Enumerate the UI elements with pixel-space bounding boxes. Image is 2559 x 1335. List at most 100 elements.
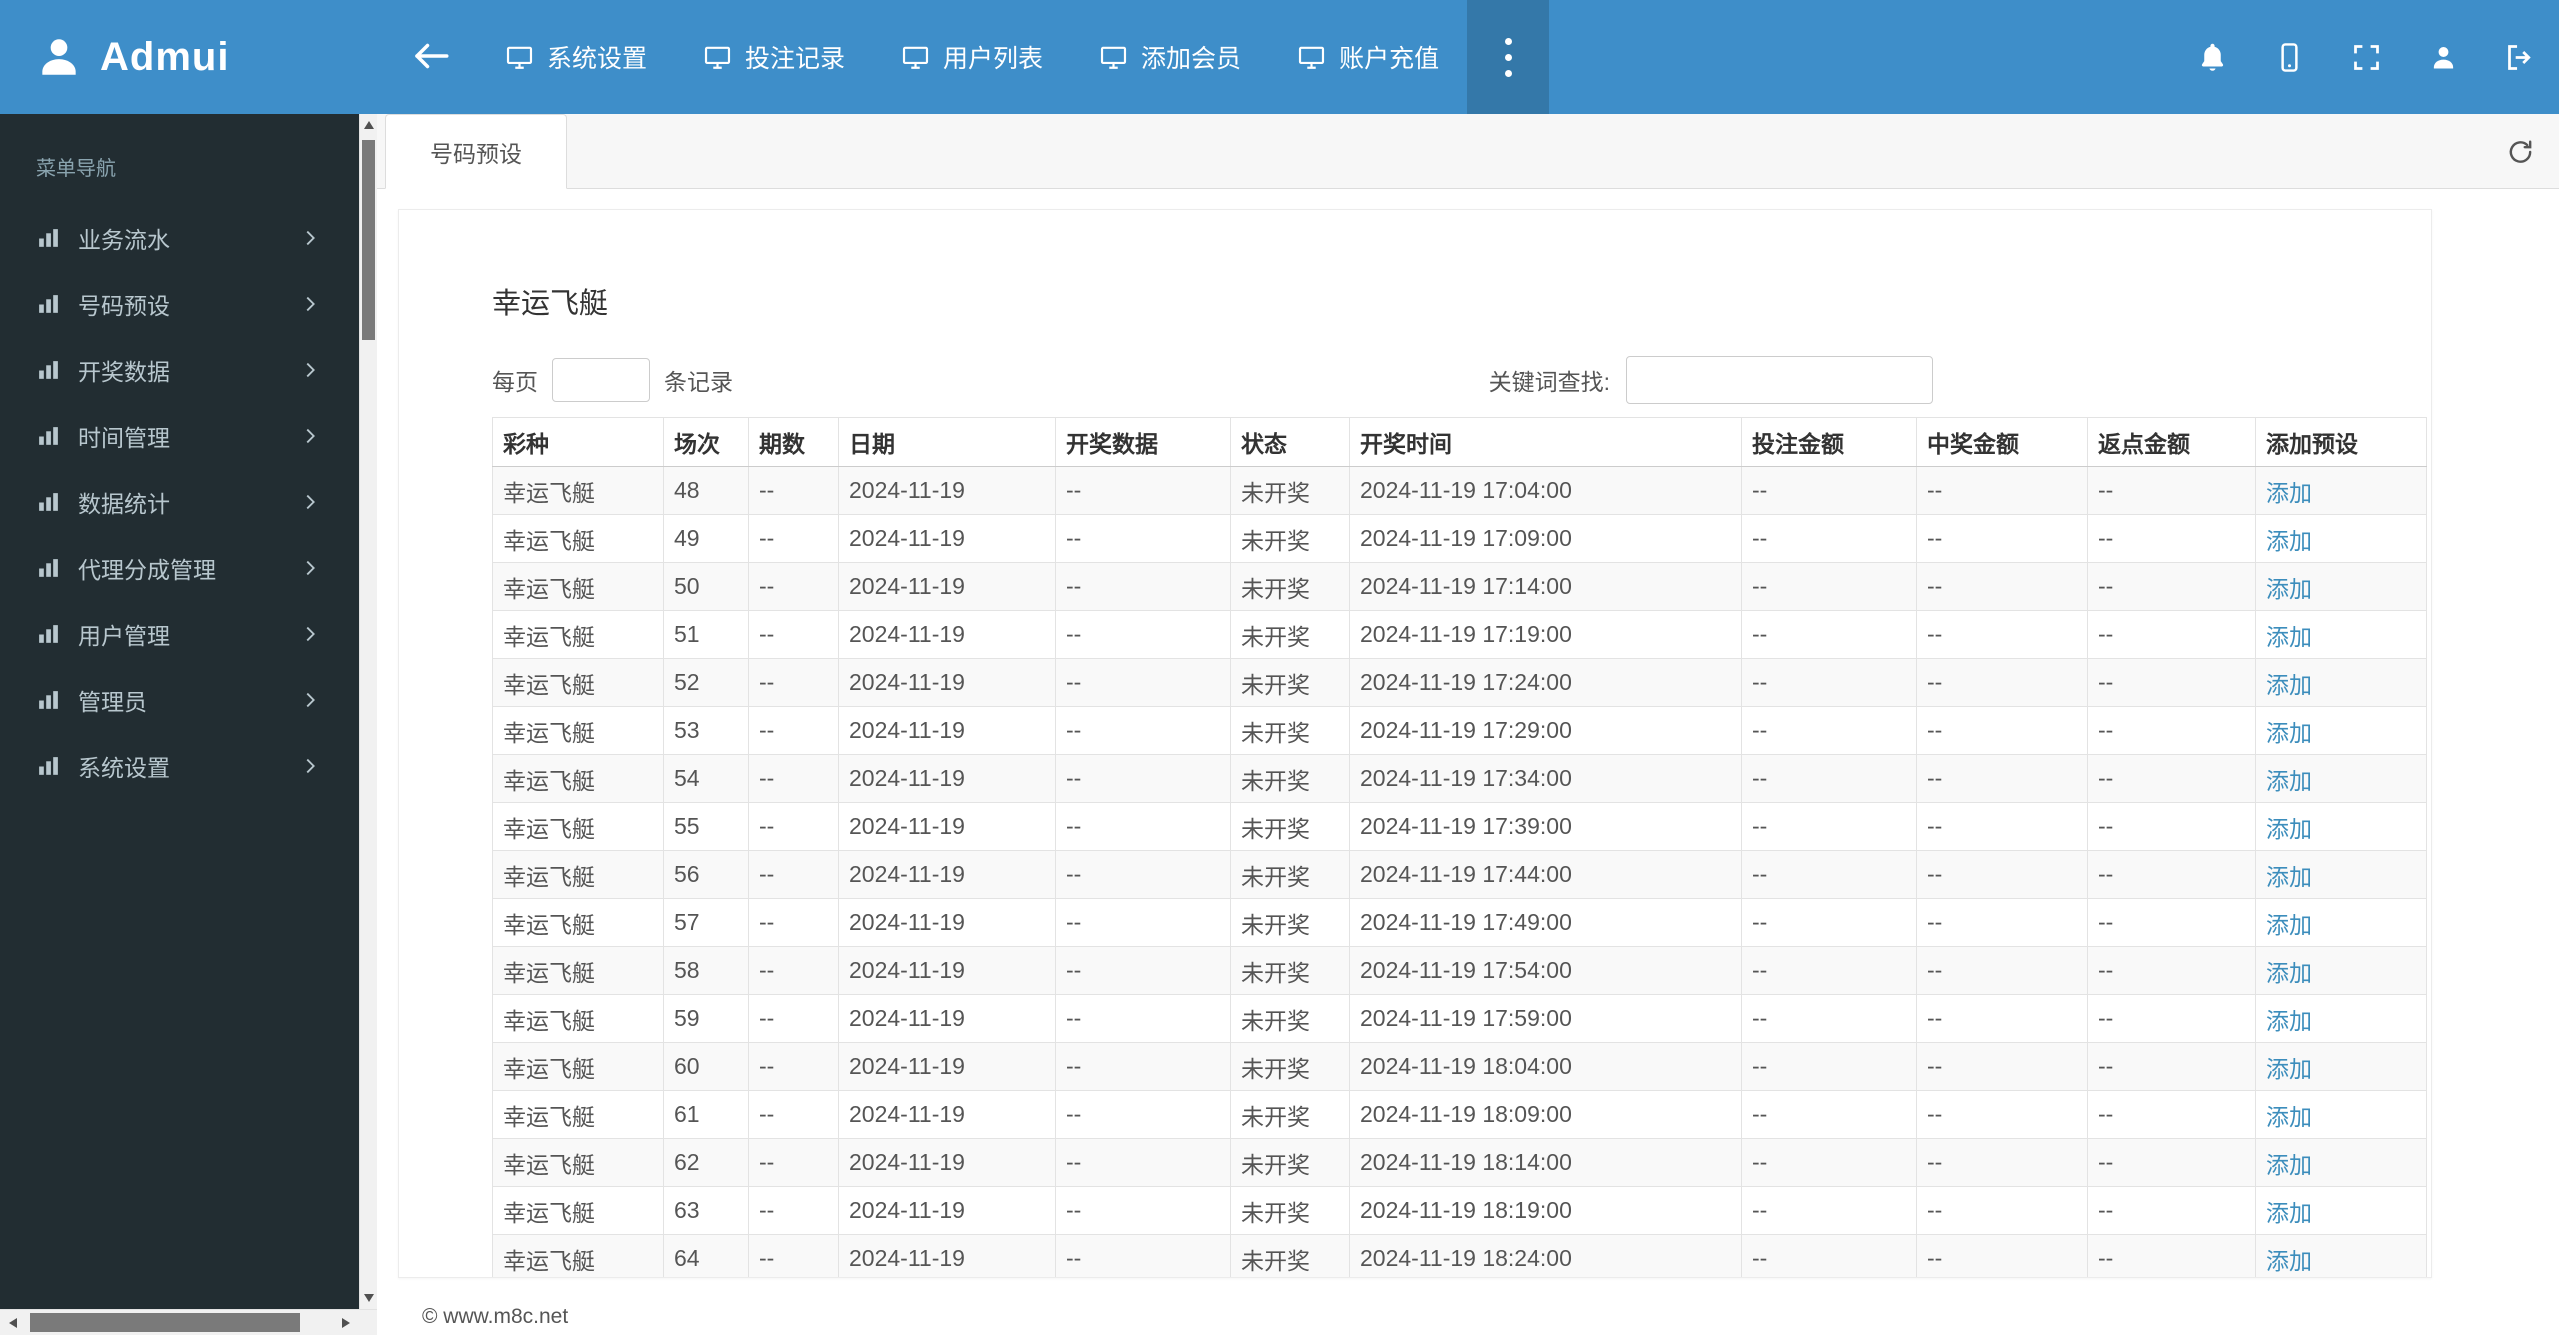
add-preset-link[interactable]: 添加 (2266, 624, 2312, 650)
add-preset-link[interactable]: 添加 (2266, 1248, 2312, 1274)
add-preset-link[interactable]: 添加 (2266, 528, 2312, 554)
fullscreen-button[interactable] (2328, 0, 2405, 114)
table-cell: -- (1916, 466, 2088, 515)
table-cell: -- (2087, 1090, 2256, 1139)
table-header-row: 彩种 场次 期数 日期 开奖数据 状态 开奖时间 投注金额 中奖金额 返点金额 … (492, 417, 2427, 467)
add-preset-link[interactable]: 添加 (2266, 768, 2312, 794)
table-cell: -- (748, 466, 839, 515)
table-cell: 2024-11-19 18:09:00 (1349, 1090, 1742, 1139)
table-cell: -- (1741, 802, 1917, 851)
nav-item-add-member[interactable]: 添加会员 (1071, 0, 1269, 114)
brand-logo[interactable]: Admui (0, 0, 359, 114)
table-cell: -- (1916, 1138, 2088, 1187)
table-cell: -- (2087, 562, 2256, 611)
table-row: 幸运飞艇 64 -- 2024-11-19 -- 未开奖 2024-11-19 18:24:… (492, 1234, 2427, 1277)
add-preset-link[interactable]: 添加 (2266, 864, 2312, 890)
bar-chart-icon (36, 358, 61, 383)
tab-number-preset[interactable]: 号码预设 (385, 114, 567, 189)
chevron-right-icon (299, 623, 321, 645)
brand-name: Admui (100, 34, 230, 79)
table-cell: 2024-11-19 18:14:00 (1349, 1138, 1742, 1187)
add-preset-link[interactable]: 添加 (2266, 1200, 2312, 1226)
bar-chart-icon (36, 754, 61, 779)
add-preset-link[interactable]: 添加 (2266, 1056, 2312, 1082)
sidebar-horizontal-scrollbar[interactable] (0, 1309, 377, 1335)
scroll-right-arrow[interactable] (333, 1310, 359, 1335)
table-cell: 未开奖 (1230, 610, 1350, 659)
add-preset-link[interactable]: 添加 (2266, 912, 2312, 938)
horizontal-scrollbar-thumb[interactable] (30, 1313, 300, 1332)
bar-chart-icon (36, 622, 61, 647)
add-preset-link[interactable]: 添加 (2266, 720, 2312, 746)
table-row: 幸运飞艇 59 -- 2024-11-19 -- 未开奖 2024-11-19 17:59:… (492, 994, 2427, 1043)
column-header: 开奖时间 (1349, 417, 1742, 467)
sidebar-item-label: 号码预设 (78, 293, 170, 319)
table-cell: -- (1741, 466, 1917, 515)
table-cell: 64 (663, 1234, 749, 1277)
mobile-view-button[interactable] (2251, 0, 2328, 114)
footer-copyright: © www.m8c.net (422, 1305, 569, 1328)
nav-item-user-list[interactable]: 用户列表 (873, 0, 1071, 114)
table-cell: 未开奖 (1230, 1234, 1350, 1277)
more-menu-button[interactable] (1467, 0, 1550, 114)
scroll-left-arrow[interactable] (0, 1310, 26, 1335)
table-cell: 未开奖 (1230, 994, 1350, 1043)
notifications-button[interactable] (2174, 0, 2251, 114)
sidebar-item-system-settings[interactable]: 系统设置 (0, 733, 359, 799)
sidebar-item-label: 时间管理 (78, 425, 170, 451)
sidebar-item-number-preset[interactable]: 号码预设 (0, 271, 359, 337)
search-input[interactable] (1626, 356, 1933, 404)
nav-item-bet-records[interactable]: 投注记录 (675, 0, 873, 114)
table-cell: -- (1916, 898, 2088, 947)
sidebar-item-business-flow[interactable]: 业务流水 (0, 205, 359, 271)
refresh-button[interactable] (2506, 137, 2535, 166)
add-preset-link[interactable]: 添加 (2266, 672, 2312, 698)
sidebar-item-administrator[interactable]: 管理员 (0, 667, 359, 733)
add-preset-link[interactable]: 添加 (2266, 576, 2312, 602)
sidebar-item-agent-commission[interactable]: 代理分成管理 (0, 535, 359, 601)
scroll-up-arrow[interactable] (360, 114, 378, 136)
profile-button[interactable] (2405, 0, 2482, 114)
table-cell: 2024-11-19 18:04:00 (1349, 1042, 1742, 1091)
keyword-search: 关键词查找: (1489, 356, 1933, 404)
table-cell: 幸运飞艇 (492, 562, 664, 611)
sidebar-header: 菜单导航 (36, 158, 116, 180)
bar-chart-icon (36, 688, 61, 713)
per-page-input[interactable] (552, 358, 650, 402)
sidebar-item-lottery-data[interactable]: 开奖数据 (0, 337, 359, 403)
table-cell: 添加 (2255, 946, 2427, 995)
table-cell: 未开奖 (1230, 514, 1350, 563)
add-preset-link[interactable]: 添加 (2266, 1152, 2312, 1178)
add-preset-link[interactable]: 添加 (2266, 1008, 2312, 1034)
nav-item-account-recharge[interactable]: 账户充值 (1269, 0, 1467, 114)
add-preset-link[interactable]: 添加 (2266, 1104, 2312, 1130)
kebab-icon (1504, 37, 1512, 77)
navbar-menu: 系统设置 投注记录 用户列表 添加会员 账户充值 (477, 0, 1467, 114)
table-cell: -- (1916, 850, 2088, 899)
vertical-scrollbar-thumb[interactable] (362, 140, 375, 340)
logout-button[interactable] (2482, 0, 2559, 114)
table-cell: 添加 (2255, 1090, 2427, 1139)
table-cell: 添加 (2255, 898, 2427, 947)
table-cell: 2024-11-19 (838, 1234, 1056, 1277)
table-cell: -- (2087, 1234, 2256, 1277)
top-navbar: Admui 系统设置 投注记录 用户列表 添加会员 账户充值 (0, 0, 2559, 114)
sidebar-vertical-scrollbar[interactable] (359, 114, 377, 1309)
add-preset-link[interactable]: 添加 (2266, 960, 2312, 986)
table-row: 幸运飞艇 52 -- 2024-11-19 -- 未开奖 2024-11-19 17:24:… (492, 658, 2427, 707)
desktop-icon (505, 43, 534, 72)
chevron-right-icon (299, 359, 321, 381)
table-cell: 57 (663, 898, 749, 947)
table-cell: 2024-11-19 (838, 850, 1056, 899)
nav-item-system-settings[interactable]: 系统设置 (477, 0, 675, 114)
add-preset-link[interactable]: 添加 (2266, 816, 2312, 842)
sidebar-item-time-management[interactable]: 时间管理 (0, 403, 359, 469)
scroll-down-arrow[interactable] (360, 1287, 378, 1309)
sidebar-item-user-management[interactable]: 用户管理 (0, 601, 359, 667)
table-row: 幸运飞艇 62 -- 2024-11-19 -- 未开奖 2024-11-19 18:14:… (492, 1138, 2427, 1187)
sidebar-toggle-button[interactable] (399, 0, 463, 114)
table-row: 幸运飞艇 49 -- 2024-11-19 -- 未开奖 2024-11-19 17:09:… (492, 514, 2427, 563)
chevron-right-icon (299, 227, 321, 249)
sidebar-item-data-statistics[interactable]: 数据统计 (0, 469, 359, 535)
add-preset-link[interactable]: 添加 (2266, 480, 2312, 506)
